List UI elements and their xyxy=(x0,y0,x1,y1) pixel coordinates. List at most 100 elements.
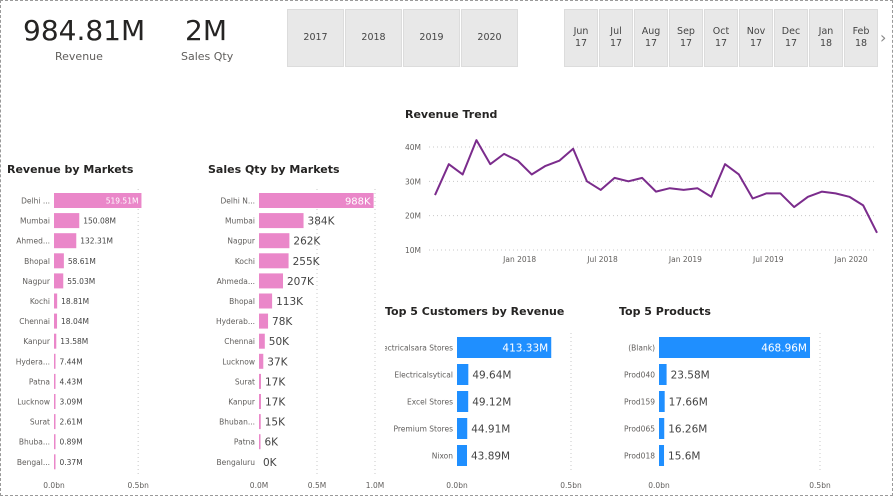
data-label: 262K xyxy=(293,236,321,248)
category-label: Chennai xyxy=(224,337,255,346)
top5-products-chart: 0.0bn 0.5bn (Blank) 468.96M Prod040 23.58M Pro… xyxy=(624,333,831,490)
bar xyxy=(259,233,290,249)
bar xyxy=(457,391,469,412)
category-label: Patna xyxy=(29,377,50,386)
revenue-trend-line xyxy=(434,139,878,234)
bar xyxy=(457,418,468,439)
bar xyxy=(259,333,265,349)
category-label: Nagpur xyxy=(227,237,255,246)
category-label: Bengaluru xyxy=(216,458,255,467)
year-slicer-item-2020[interactable]: 2020 xyxy=(461,9,518,67)
year-slicer-item-2017[interactable]: 2017 xyxy=(287,9,344,67)
data-label: 49.12M xyxy=(472,397,511,409)
year-slicer-item-2019[interactable]: 2019 xyxy=(403,9,460,67)
month-slicer-item-jun-17[interactable]: Jun 17 xyxy=(564,9,598,67)
bar xyxy=(54,233,77,249)
report-canvas: 984.81M Revenue 2M Sales Qty 2017 2018 201… xyxy=(0,0,893,496)
month-slicer-item-feb-18[interactable]: Feb 18 xyxy=(844,9,878,67)
bar xyxy=(54,373,56,389)
category-label: Hyderab... xyxy=(216,317,255,326)
month-slicer-label: Dec 17 xyxy=(781,26,801,49)
x-tick-label: 0.5bn xyxy=(127,481,149,490)
month-slicer-item-aug-17[interactable]: Aug 17 xyxy=(634,9,668,67)
data-label: 0.37M xyxy=(60,458,83,467)
data-label: 113K xyxy=(276,296,304,308)
data-label: 17.66M xyxy=(669,397,708,409)
bar xyxy=(259,373,261,389)
bar xyxy=(259,394,261,409)
category-label: Patna xyxy=(234,438,255,447)
data-label: 3.09M xyxy=(60,398,83,407)
sales-qty-card: 2M Sales Qty xyxy=(171,13,251,68)
revenue-trend-title: Revenue Trend xyxy=(405,108,498,121)
month-slicer-label: Sep 17 xyxy=(677,26,695,49)
category-label: Ahmed... xyxy=(16,237,50,246)
x-tick-label: Jan 2019 xyxy=(668,255,702,264)
month-slicer-item-jan-18[interactable]: Jan 18 xyxy=(809,9,843,67)
bar xyxy=(659,418,665,439)
month-slicer-label: Nov 17 xyxy=(746,26,766,49)
x-tick-label: 0.0bn xyxy=(648,481,670,490)
category-label: Delhi N... xyxy=(221,197,255,206)
month-slicer: Jun 17 Jul 17 Aug 17 Sep 17 Oct 17 Nov 17 Dec 17 Jan 18… xyxy=(564,9,879,67)
data-label: 468.96M xyxy=(761,343,807,355)
data-label: 15.6M xyxy=(668,451,700,463)
data-label: 43.89M xyxy=(471,451,510,463)
category-label: Electricalsara Stores xyxy=(385,344,453,353)
x-tick-label: 1.0M xyxy=(366,481,384,490)
bar xyxy=(54,353,56,369)
data-label: 0K xyxy=(263,457,278,469)
category-label: Bengal... xyxy=(17,458,50,467)
data-label: 6K xyxy=(265,437,280,449)
data-label: 50K xyxy=(269,336,290,348)
month-slicer-label: Aug 17 xyxy=(641,26,661,49)
chevron-right-icon[interactable]: › xyxy=(880,28,886,47)
category-label: Prod159 xyxy=(624,398,655,407)
revenue-label: Revenue xyxy=(55,50,103,63)
top5-customers-chart: 0.0bn 0.5bn Electricalsara Stores 413.33M El… xyxy=(385,333,582,490)
revenue-card: 984.81M Revenue xyxy=(9,13,149,68)
bar xyxy=(54,394,56,409)
category-label: Prod065 xyxy=(624,425,655,434)
bar xyxy=(259,273,284,289)
bar xyxy=(659,364,667,385)
category-label: Lucknow xyxy=(222,357,255,366)
y-tick-label: 30M xyxy=(405,177,421,186)
month-slicer-item-dec-17[interactable]: Dec 17 xyxy=(774,9,808,67)
data-label: 2.61M xyxy=(60,418,83,427)
data-label: 23.58M xyxy=(671,370,710,382)
bar xyxy=(54,454,56,470)
bar xyxy=(259,293,273,309)
month-slicer-item-jul-17[interactable]: Jul 17 xyxy=(599,9,633,67)
bar xyxy=(659,391,665,412)
revenue-by-markets-title: Revenue by Markets xyxy=(7,163,134,176)
data-label: 15K xyxy=(265,417,286,429)
bar xyxy=(259,434,261,450)
data-label: 58.61M xyxy=(68,257,96,266)
category-label: Surat xyxy=(30,418,50,427)
data-label: 17K xyxy=(265,397,286,409)
data-label: 7.44M xyxy=(60,357,83,366)
bar xyxy=(54,313,58,329)
year-slicer-item-2018[interactable]: 2018 xyxy=(345,9,402,67)
data-label: 384K xyxy=(308,216,336,228)
month-slicer-item-sep-17[interactable]: Sep 17 xyxy=(669,9,703,67)
revenue-value: 984.81M xyxy=(23,14,146,47)
data-label: 16.26M xyxy=(668,424,707,436)
data-label: 18.04M xyxy=(61,317,89,326)
category-label: (Blank) xyxy=(628,344,655,353)
category-label: Mumbai xyxy=(20,217,50,226)
x-tick-label: 0.0M xyxy=(250,481,268,490)
month-slicer-item-nov-17[interactable]: Nov 17 xyxy=(739,9,773,67)
month-slicer-item-oct-17[interactable]: Oct 17 xyxy=(704,9,738,67)
x-tick-label: 0.5bn xyxy=(809,481,831,490)
month-slicer-label: Jan 18 xyxy=(818,26,834,49)
revenue-by-markets-chart: 0.0bn 0.5bn Delhi ... 519.51M Mumbai 150.08M A… xyxy=(16,189,149,490)
data-label: 255K xyxy=(293,256,321,268)
category-label: Premium Stores xyxy=(394,425,454,434)
category-label: Kanpur xyxy=(23,337,51,346)
category-label: Chennai xyxy=(19,317,50,326)
revenue-trend-chart: 10M 20M 30M 40M Jan 2018 Jul 2018 Jan 2019 Jul … xyxy=(405,139,878,264)
top5-products-title: Top 5 Products xyxy=(619,305,711,318)
category-label: Bhopal xyxy=(229,297,255,306)
